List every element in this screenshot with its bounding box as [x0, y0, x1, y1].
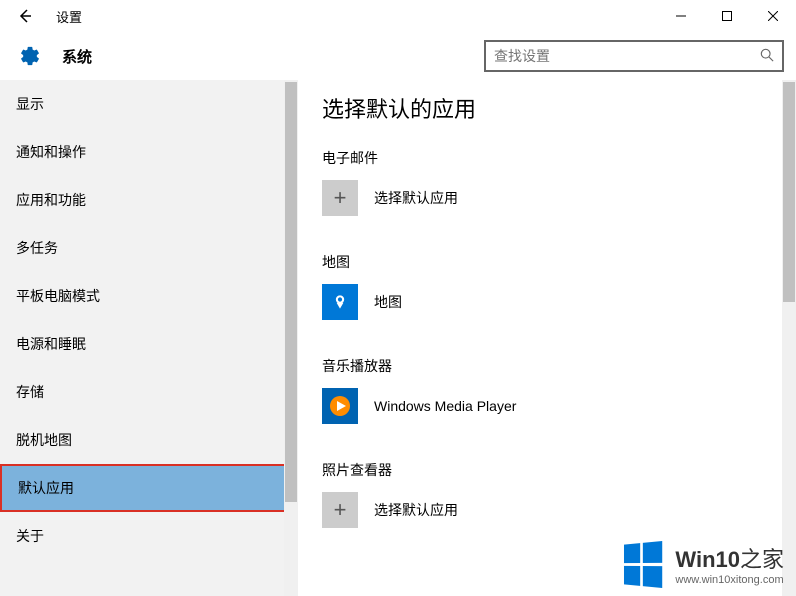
search-icon	[760, 48, 774, 65]
minimize-button[interactable]	[658, 0, 704, 32]
watermark: Win10之家 www.win10xitong.com	[620, 542, 784, 586]
minimize-icon	[676, 11, 686, 21]
back-arrow-icon	[16, 8, 32, 24]
app-label: Windows Media Player	[374, 398, 516, 414]
sidebar-item-label: 平板电脑模式	[16, 286, 100, 306]
windows-logo-icon	[624, 541, 662, 588]
sidebar-item-apps-features[interactable]: 应用和功能	[0, 176, 298, 224]
close-icon	[768, 11, 778, 21]
section-label: 照片查看器	[322, 460, 772, 480]
sidebar-item-storage[interactable]: 存储	[0, 368, 298, 416]
sidebar-item-offline-maps[interactable]: 脱机地图	[0, 416, 298, 464]
gear-icon	[16, 42, 44, 70]
content-scrollbar[interactable]	[782, 80, 796, 596]
sidebar-item-label: 多任务	[16, 238, 58, 258]
sidebar-item-label: 应用和功能	[16, 190, 86, 210]
app-label: 选择默认应用	[374, 500, 458, 520]
close-button[interactable]	[750, 0, 796, 32]
sidebar-item-label: 脱机地图	[16, 430, 72, 450]
maximize-button[interactable]	[704, 0, 750, 32]
content-scroll-thumb[interactable]	[783, 82, 795, 302]
section-music: 音乐播放器 Windows Media Player	[322, 356, 772, 424]
sidebar-scrollbar[interactable]	[284, 80, 298, 596]
sidebar-item-notifications[interactable]: 通知和操作	[0, 128, 298, 176]
section-label: 音乐播放器	[322, 356, 772, 376]
sidebar-item-power-sleep[interactable]: 电源和睡眠	[0, 320, 298, 368]
watermark-url: www.win10xitong.com	[675, 574, 784, 586]
section-photos: 照片查看器 + 选择默认应用	[322, 460, 772, 528]
section-label: 地图	[322, 252, 772, 272]
section-label: 电子邮件	[322, 148, 772, 168]
sidebar-item-display[interactable]: 显示	[0, 80, 298, 128]
watermark-brand: Win10之家	[675, 542, 784, 574]
sidebar: 显示 通知和操作 应用和功能 多任务 平板电脑模式 电源和睡眠 存储 脱机地图 …	[0, 80, 298, 596]
search-box[interactable]	[484, 40, 784, 72]
back-button[interactable]	[0, 0, 48, 32]
sidebar-item-label: 电源和睡眠	[16, 334, 86, 354]
maps-icon	[322, 284, 358, 320]
section-email: 电子邮件 + 选择默认应用	[322, 148, 772, 216]
sidebar-item-default-apps[interactable]: 默认应用	[0, 464, 298, 512]
app-label: 地图	[374, 292, 402, 312]
header: 系统	[0, 32, 796, 80]
sidebar-item-multitask[interactable]: 多任务	[0, 224, 298, 272]
plus-icon: +	[322, 492, 358, 528]
maximize-icon	[722, 11, 732, 21]
sidebar-item-label: 存储	[16, 382, 44, 402]
sidebar-scroll-thumb[interactable]	[285, 82, 297, 502]
default-app-maps[interactable]: 地图	[322, 284, 772, 320]
wmp-icon	[322, 388, 358, 424]
sidebar-item-label: 关于	[16, 526, 44, 546]
default-app-email[interactable]: + 选择默认应用	[322, 180, 772, 216]
sidebar-item-about[interactable]: 关于	[0, 512, 298, 560]
sidebar-item-tablet-mode[interactable]: 平板电脑模式	[0, 272, 298, 320]
default-app-photos[interactable]: + 选择默认应用	[322, 492, 772, 528]
main-area: 显示 通知和操作 应用和功能 多任务 平板电脑模式 电源和睡眠 存储 脱机地图 …	[0, 80, 796, 596]
app-label: 选择默认应用	[374, 188, 458, 208]
window-title: 设置	[56, 7, 82, 26]
titlebar: 设置	[0, 0, 796, 32]
content: 选择默认的应用 电子邮件 + 选择默认应用 地图 地图 音乐播放器	[298, 80, 796, 596]
section-maps: 地图 地图	[322, 252, 772, 320]
search-input[interactable]	[494, 48, 760, 64]
content-title: 选择默认的应用	[322, 92, 772, 124]
plus-icon: +	[322, 180, 358, 216]
page-section-title: 系统	[62, 46, 484, 67]
sidebar-item-label: 通知和操作	[16, 142, 86, 162]
default-app-music[interactable]: Windows Media Player	[322, 388, 772, 424]
sidebar-item-label: 默认应用	[18, 478, 74, 498]
sidebar-item-label: 显示	[16, 94, 44, 114]
